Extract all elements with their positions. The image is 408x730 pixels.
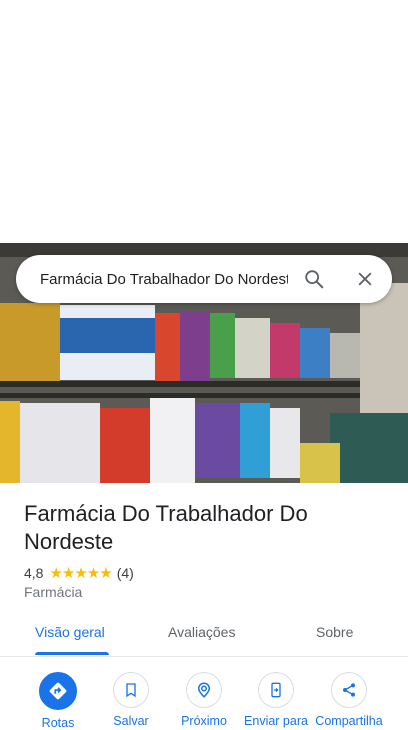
bookmark-icon	[113, 672, 149, 708]
search-icon[interactable]	[302, 267, 326, 291]
share-icon	[331, 672, 367, 708]
rating-stars-icon: ★★★★★	[49, 565, 112, 582]
tab-bar: Visão geral Avaliações Sobre	[0, 608, 408, 657]
search-bar[interactable]: Farmácia Do Trabalhador Do Nordeste	[16, 255, 392, 303]
send-to-phone-icon	[258, 672, 294, 708]
directions-button[interactable]: Rotas	[22, 672, 94, 730]
close-icon[interactable]	[353, 267, 377, 291]
directions-label: Rotas	[41, 716, 75, 730]
share-button[interactable]: Compartilha	[313, 672, 385, 728]
tab-reviews[interactable]: Avaliações	[168, 624, 235, 640]
place-category[interactable]: Farmácia	[24, 584, 82, 600]
send-to-phone-button[interactable]: Enviar para	[240, 672, 312, 728]
tab-overview[interactable]: Visão geral	[35, 624, 105, 640]
tab-about[interactable]: Sobre	[316, 624, 353, 640]
directions-icon	[39, 672, 77, 710]
nearby-icon	[186, 672, 222, 708]
place-title: Farmácia Do Trabalhador Do Nordeste	[24, 501, 308, 554]
rating-row[interactable]: 4,8 ★★★★★ (4)	[24, 564, 134, 582]
save-button[interactable]: Salvar	[95, 672, 167, 728]
nearby-button[interactable]: Próximo	[168, 672, 240, 728]
active-tab-indicator	[35, 652, 109, 655]
review-count: (4)	[116, 565, 134, 581]
search-input[interactable]: Farmácia Do Trabalhador Do Nordeste	[40, 271, 288, 288]
action-bar: Rotas Salvar Próximo Enviar para Compart…	[0, 672, 408, 730]
rating-value: 4,8	[24, 565, 44, 581]
